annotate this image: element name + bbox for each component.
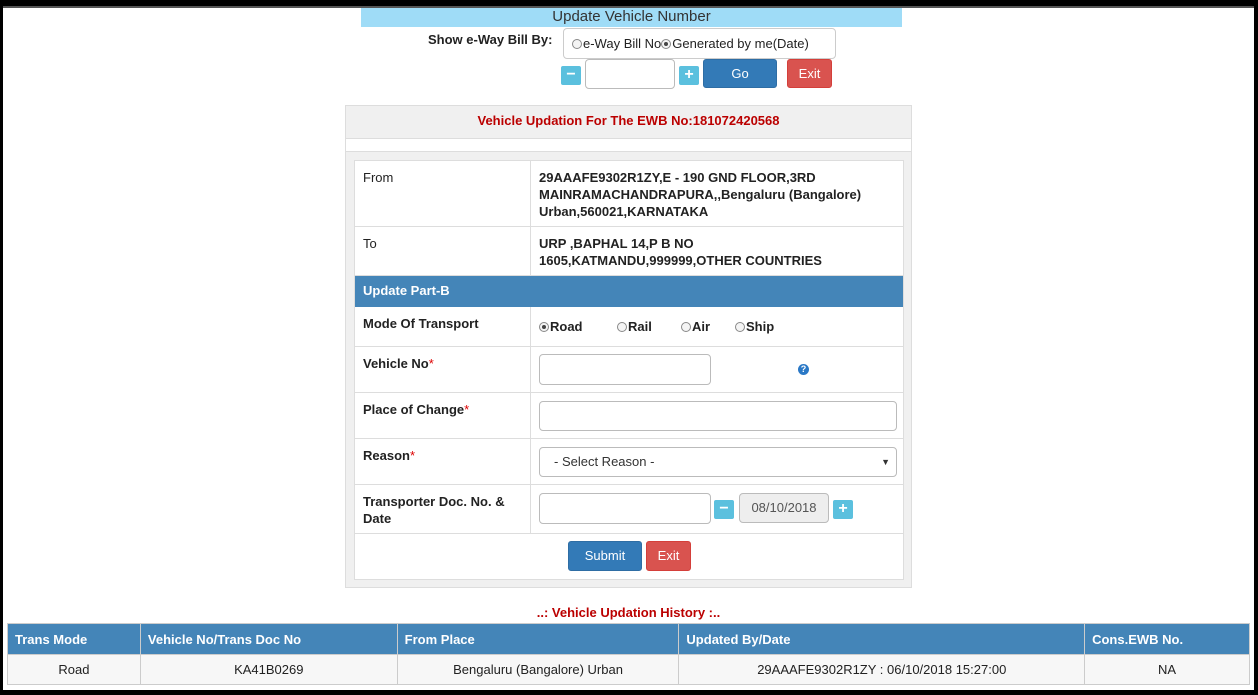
mode-air-label: Air	[692, 319, 711, 334]
vehicle-no-input[interactable]	[539, 354, 711, 385]
option-generated-by-me[interactable]: Generated by me(Date)	[661, 36, 809, 51]
mode-road-option[interactable]: Road	[539, 319, 583, 334]
transporter-date-increment-button[interactable]: +	[833, 500, 853, 519]
reason-label-text: Reason	[363, 448, 410, 463]
mode-air-option[interactable]: Air	[681, 319, 710, 334]
history-cell-cons-ewb: NA	[1084, 654, 1250, 685]
history-cell-updated-by: 29AAAFE9302R1ZY : 06/10/2018 15:27:00	[678, 654, 1086, 685]
radio-air[interactable]	[681, 321, 691, 332]
mode-road-label: Road	[550, 319, 583, 334]
history-cell-trans-mode: Road	[7, 654, 141, 685]
from-row: From 29AAAFE9302R1ZY,E - 190 GND FLOOR,3…	[355, 161, 903, 227]
required-marker: *	[464, 402, 470, 417]
panel-strip	[346, 138, 911, 152]
reason-select-value: - Select Reason -	[554, 454, 655, 469]
table-row: Road KA41B0269 Bengaluru (Bangalore) Urb…	[7, 654, 1250, 685]
required-marker: *	[428, 356, 434, 371]
transporter-doc-input[interactable]	[539, 493, 711, 524]
required-marker: *	[409, 448, 416, 463]
history-col-updated-by: Updated By/Date	[678, 623, 1086, 655]
history-title: ..: Vehicle Updation History :..	[536, 605, 721, 620]
to-label: To	[363, 236, 377, 251]
go-button[interactable]: Go	[703, 59, 777, 88]
mode-row: Mode Of Transport Road Rail Air Ship	[355, 307, 903, 347]
page-title: Update Vehicle Number	[361, 8, 902, 27]
reason-select[interactable]: - Select Reason - ▼	[539, 447, 897, 477]
option-ewb-no[interactable]: e-Way Bill No	[572, 36, 661, 51]
history-table: Trans Mode Vehicle No/Trans Doc No From …	[7, 623, 1250, 685]
place-row: Place of Change*	[355, 393, 903, 439]
reason-label: Reason*	[363, 447, 415, 464]
vehicle-update-panel: Vehicle Updation For The EWB No:18107242…	[345, 105, 912, 588]
transporter-row: Transporter Doc. No. & Date − 08/10/2018…	[355, 485, 903, 534]
transporter-label: Transporter Doc. No. & Date	[363, 494, 505, 526]
date-decrement-button[interactable]: −	[561, 66, 581, 85]
history-col-trans-mode: Trans Mode	[7, 623, 141, 655]
to-row: To URP ,BAPHAL 14,P B NO 1605,KATMANDU,9…	[355, 227, 903, 276]
vehicle-label: Vehicle No*	[363, 355, 434, 372]
option-generated-by-me-label: Generated by me(Date)	[672, 36, 809, 51]
history-col-vehicle-no: Vehicle No/Trans Doc No	[139, 623, 398, 655]
radio-road[interactable]	[539, 321, 549, 332]
chevron-down-icon: ▼	[881, 457, 890, 467]
history-col-cons-ewb: Cons.EWB No.	[1084, 623, 1250, 655]
mode-rail-option[interactable]: Rail	[617, 319, 652, 334]
history-cell-from-place: Bengaluru (Bangalore) Urban	[396, 654, 680, 685]
date-increment-button[interactable]: +	[679, 66, 699, 85]
place-of-change-input[interactable]	[539, 401, 897, 431]
mode-ship-label: Ship	[746, 319, 775, 334]
transporter-date-decrement-button[interactable]: −	[714, 500, 734, 519]
place-label-text: Place of Change	[363, 402, 465, 417]
transporter-date-input[interactable]: 08/10/2018	[739, 493, 829, 523]
to-value: URP ,BAPHAL 14,P B NO 1605,KATMANDU,9999…	[539, 236, 822, 268]
form-exit-button[interactable]: Exit	[646, 541, 691, 571]
option-ewb-no-label: e-Way Bill No	[583, 36, 662, 51]
mode-rail-label: Rail	[628, 319, 652, 334]
radio-ship[interactable]	[735, 321, 745, 332]
top-exit-button[interactable]: Exit	[787, 59, 832, 88]
place-label: Place of Change*	[363, 401, 469, 418]
radio-rail[interactable]	[617, 321, 627, 332]
submit-button[interactable]: Submit	[568, 541, 642, 571]
history-cell-vehicle-no: KA41B0269	[139, 654, 398, 685]
reason-row: Reason* - Select Reason - ▼	[355, 439, 903, 485]
part-b-form: From 29AAAFE9302R1ZY,E - 190 GND FLOOR,3…	[354, 160, 904, 580]
mode-ship-option[interactable]: Ship	[735, 319, 774, 334]
history-col-from-place: From Place	[396, 623, 680, 655]
radio-ewb-no[interactable]	[572, 38, 582, 49]
vehicle-row: Vehicle No* ?	[355, 347, 903, 393]
page-frame: Update Vehicle Number Show e-Way Bill By…	[3, 6, 1254, 690]
panel-heading: Vehicle Updation For The EWB No:18107242…	[477, 113, 780, 128]
from-label: From	[363, 170, 394, 185]
vehicle-label-text: Vehicle No	[363, 356, 429, 371]
show-by-options: e-Way Bill No Generated by me(Date)	[563, 28, 836, 59]
mode-label: Mode Of Transport	[363, 316, 479, 331]
show-by-label: Show e-Way Bill By:	[428, 32, 553, 47]
section-title: Update Part-B	[355, 276, 903, 307]
help-icon[interactable]: ?	[798, 364, 809, 375]
radio-generated-by-me[interactable]	[661, 38, 672, 49]
from-value: 29AAAFE9302R1ZY,E - 190 GND FLOOR,3RD MA…	[539, 170, 862, 219]
history-header-row: Trans Mode Vehicle No/Trans Doc No From …	[7, 623, 1250, 655]
date-input[interactable]	[585, 59, 675, 89]
